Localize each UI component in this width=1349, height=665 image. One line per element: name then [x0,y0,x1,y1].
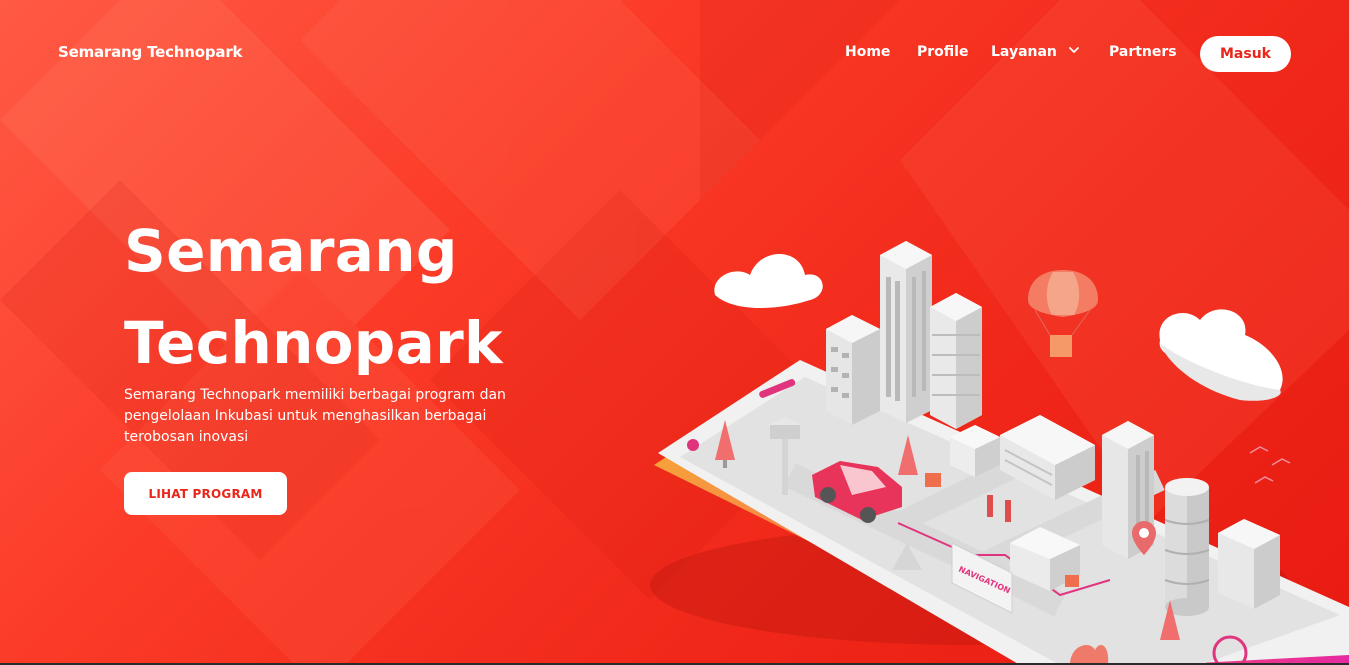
hot-air-balloon [1028,270,1098,357]
tower-building [880,241,932,423]
chevron-down-icon [1068,47,1079,53]
nav-layanan-label: Layanan [991,44,1057,60]
isometric-city-illustration: NAVIGATION [650,241,1349,665]
hero-title: Semarang Technopark [124,205,584,389]
nav-profile[interactable]: Profile [917,44,968,60]
hero-title-line-1: Semarang [124,217,458,285]
nav-partners[interactable]: Partners [1109,44,1177,60]
hero-section: Semarang Technopark Home Profile Layanan… [0,0,1349,665]
hero-description: Semarang Technopark memiliki berbagai pr… [124,387,506,445]
login-button[interactable]: Masuk [1200,36,1291,72]
view-program-button[interactable]: LIHAT PROGRAM [124,472,287,515]
nav-home[interactable]: Home [845,44,890,60]
nav-layanan[interactable]: Layanan [991,44,1080,60]
main-nav: Home Profile Layanan Partners [0,44,1349,64]
hero-title-line-2: Technopark [124,309,503,377]
